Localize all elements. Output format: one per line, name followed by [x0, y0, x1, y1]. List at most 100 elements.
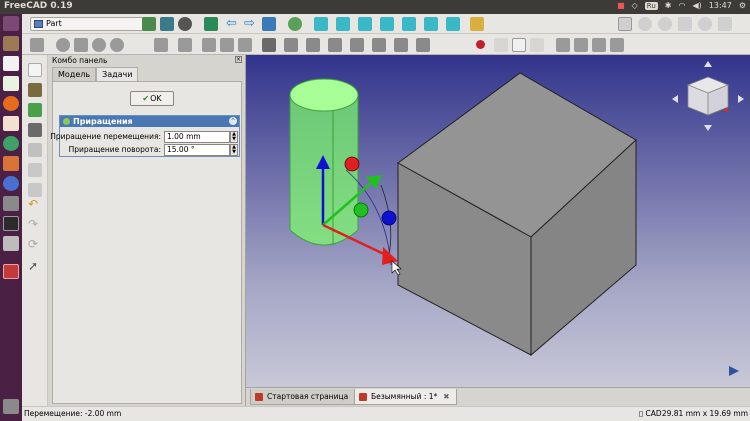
- trash-icon[interactable]: [3, 399, 19, 414]
- ubuntu-home-icon[interactable]: [3, 16, 19, 31]
- whats-this-icon[interactable]: ➚: [28, 259, 42, 273]
- undo-icon[interactable]: ↶: [28, 197, 42, 211]
- snap-icon[interactable]: [556, 38, 570, 52]
- navigation-style[interactable]: ▯ CAD: [639, 409, 662, 418]
- workbench-selector[interactable]: Part ▼: [30, 17, 152, 31]
- section-icon[interactable]: [238, 38, 252, 52]
- dropbox-icon[interactable]: ◇: [632, 1, 638, 10]
- defeaturing-icon[interactable]: [416, 38, 430, 52]
- part-cube-icon[interactable]: [618, 17, 632, 31]
- cut-icon[interactable]: [178, 38, 192, 52]
- tab-start-page[interactable]: Стартовая страница✖: [250, 389, 368, 405]
- new-document-icon[interactable]: [28, 63, 42, 77]
- firefox-icon[interactable]: [3, 96, 19, 111]
- clock[interactable]: 13:47: [709, 1, 732, 10]
- extrude-icon[interactable]: [30, 38, 44, 52]
- view-front-icon[interactable]: [336, 17, 350, 31]
- back-arrow-icon[interactable]: ⇦: [226, 17, 240, 31]
- shape-builder-icon[interactable]: [262, 38, 276, 52]
- keyboard-layout-indicator[interactable]: Ru: [644, 1, 658, 10]
- part-torus-icon[interactable]: [698, 17, 712, 31]
- workbench-box-icon[interactable]: [262, 17, 276, 31]
- record-icon[interactable]: ■: [617, 1, 625, 10]
- offset-icon[interactable]: [328, 38, 342, 52]
- bluetooth-icon[interactable]: ✱: [665, 1, 672, 10]
- execute-macro-icon[interactable]: [530, 38, 544, 52]
- view-left-icon[interactable]: [446, 17, 460, 31]
- record-macro-icon[interactable]: [476, 40, 485, 49]
- fillet-icon[interactable]: [92, 38, 106, 52]
- view-rear-icon[interactable]: [402, 17, 416, 31]
- volume-icon[interactable]: ◀): [692, 1, 701, 10]
- freecad-launcher-icon[interactable]: [3, 264, 19, 279]
- refresh-icon[interactable]: ⟳: [28, 237, 42, 251]
- boolean-icon[interactable]: [154, 38, 168, 52]
- collapse-icon[interactable]: ⌃: [229, 117, 237, 125]
- files-icon[interactable]: [3, 36, 19, 51]
- thickness-icon[interactable]: [350, 38, 364, 52]
- part-sphere-icon[interactable]: [658, 17, 672, 31]
- disks-icon[interactable]: [3, 236, 19, 251]
- view-bottom-icon[interactable]: [424, 17, 438, 31]
- ok-button[interactable]: ✔OK: [130, 91, 174, 106]
- intersection-icon[interactable]: [220, 38, 234, 52]
- revolve-icon[interactable]: [56, 38, 70, 52]
- part-cylinder-icon[interactable]: [638, 17, 652, 31]
- increments-header[interactable]: Приращения ⌃: [60, 116, 239, 127]
- 3d-viewport[interactable]: [246, 55, 750, 387]
- tab-tasks[interactable]: Задачи: [96, 67, 139, 81]
- save-icon[interactable]: [28, 103, 42, 117]
- translation-increment-input[interactable]: 1.00 mm: [164, 131, 230, 143]
- impress-icon[interactable]: [3, 116, 19, 131]
- part-cone-icon[interactable]: [678, 17, 692, 31]
- view-right-icon[interactable]: [380, 17, 394, 31]
- sync-view-icon[interactable]: [204, 17, 218, 31]
- fit-all-icon[interactable]: [142, 17, 156, 31]
- rotation-increment-input[interactable]: 15.00 °: [164, 144, 230, 156]
- open-document-icon[interactable]: [28, 83, 42, 97]
- part-tube-icon[interactable]: [718, 17, 732, 31]
- sweep-icon[interactable]: [306, 38, 320, 52]
- fit-selection-icon[interactable]: [160, 17, 174, 31]
- app-icon-blue[interactable]: [3, 176, 19, 191]
- wifi-icon[interactable]: ◠: [679, 1, 686, 10]
- part-workbench-icon: [34, 20, 43, 28]
- check-geometry-icon[interactable]: [394, 38, 408, 52]
- forward-arrow-icon[interactable]: ⇨: [244, 17, 258, 31]
- measure-icon[interactable]: [470, 17, 484, 31]
- calc-icon[interactable]: [3, 76, 19, 91]
- app-icon-green[interactable]: [3, 136, 19, 151]
- view-top-icon[interactable]: [358, 17, 372, 31]
- projection-icon[interactable]: [372, 38, 386, 52]
- rotation-increment-label: Приращение поворота:: [68, 145, 161, 154]
- stop-macro-icon[interactable]: [494, 38, 508, 52]
- paste-icon[interactable]: [28, 183, 42, 197]
- print-icon[interactable]: [28, 123, 42, 137]
- dimension-icon[interactable]: [592, 38, 606, 52]
- redo-icon[interactable]: ↷: [28, 217, 42, 231]
- draw-style-icon[interactable]: [178, 17, 192, 31]
- mirror-icon[interactable]: [74, 38, 88, 52]
- tab-model[interactable]: Модель: [52, 67, 97, 81]
- software-center-icon[interactable]: [3, 156, 19, 171]
- close-icon[interactable]: ×: [235, 56, 242, 63]
- power-icon[interactable]: ⚙: [739, 1, 746, 10]
- writer-icon[interactable]: [3, 56, 19, 71]
- translation-spinner[interactable]: ▲ ▼: [230, 131, 238, 143]
- union-icon[interactable]: [202, 38, 216, 52]
- copy-icon[interactable]: [28, 163, 42, 177]
- settings-icon[interactable]: [3, 196, 19, 211]
- combo-panel: Комбо панель × Модель Задачи ✔OK Прираще…: [48, 55, 246, 406]
- close-tab-icon[interactable]: ✖: [443, 392, 449, 401]
- grid-icon[interactable]: [574, 38, 588, 52]
- chamfer-icon[interactable]: [110, 38, 124, 52]
- view-isometric-icon[interactable]: [314, 17, 328, 31]
- tools-icon[interactable]: [610, 38, 624, 52]
- cut-scissors-icon[interactable]: [28, 143, 42, 157]
- macros-icon[interactable]: [512, 38, 526, 52]
- rotation-spinner[interactable]: ▲ ▼: [230, 144, 238, 156]
- tab-unnamed-document[interactable]: Безымянный : 1* ✖: [354, 389, 457, 405]
- terminal-icon[interactable]: [3, 216, 19, 231]
- zoom-icon[interactable]: [288, 17, 302, 31]
- loft-icon[interactable]: [284, 38, 298, 52]
